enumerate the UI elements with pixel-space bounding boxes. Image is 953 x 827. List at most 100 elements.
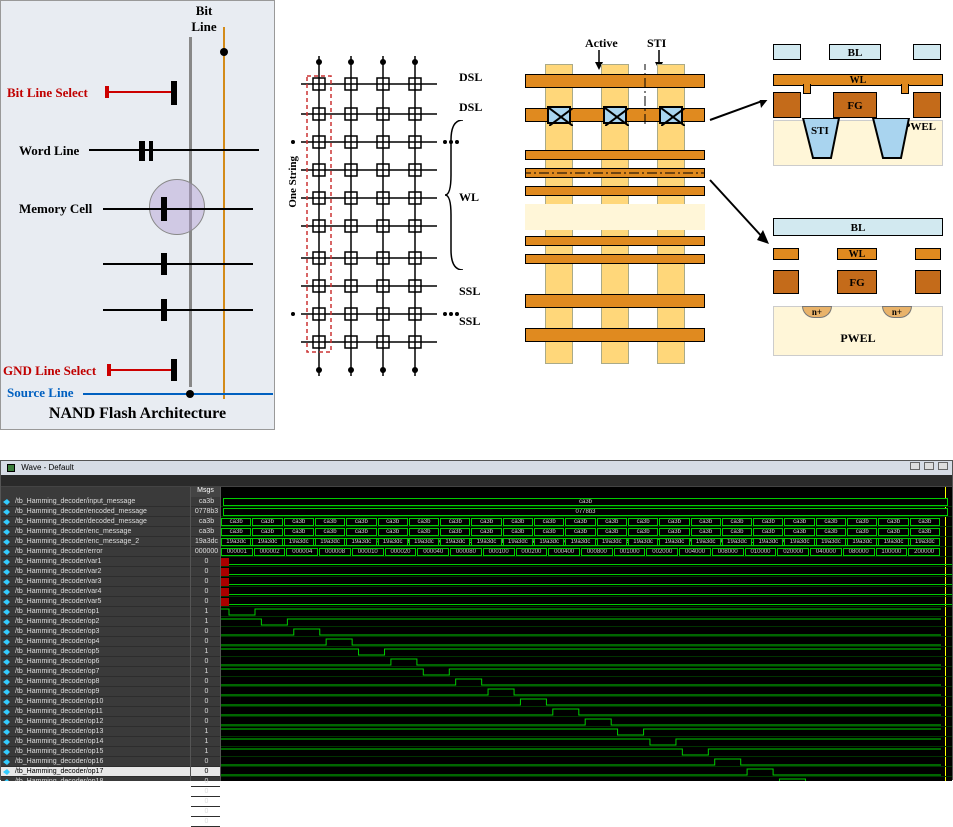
signal-row[interactable]: /tb_Hamming_decoder/op13 bbox=[1, 727, 190, 737]
signal-icon bbox=[3, 749, 10, 756]
signal-icon bbox=[3, 539, 10, 546]
wave-title: Wave - Default bbox=[21, 463, 74, 472]
signal-row[interactable]: /tb_Hamming_decoder/var1 bbox=[1, 557, 190, 567]
ct-sti: STI bbox=[773, 118, 943, 164]
mc-label: Memory Cell bbox=[19, 201, 92, 217]
signal-value: 0 bbox=[191, 567, 220, 577]
section-line bbox=[525, 64, 705, 364]
gls-gate bbox=[171, 359, 177, 381]
signal-icon bbox=[3, 549, 10, 556]
signal-row[interactable]: /tb_Hamming_decoder/op17 bbox=[1, 767, 190, 777]
signal-row[interactable]: /tb_Hamming_decoder/op12 bbox=[1, 717, 190, 727]
signal-row[interactable]: /tb_Hamming_decoder/op4 bbox=[1, 637, 190, 647]
signal-value-column[interactable]: Msgs ca3b0778b3ca3bca3b19a3dc00000000000… bbox=[191, 487, 221, 781]
maximize-icon[interactable] bbox=[924, 462, 934, 470]
signal-row[interactable]: /tb_Hamming_decoder/op18 bbox=[1, 777, 190, 781]
signal-row[interactable]: /tb_Hamming_decoder/op14 bbox=[1, 737, 190, 747]
signal-value: 0 bbox=[191, 817, 220, 827]
cb-bl: BL bbox=[773, 218, 943, 236]
signal-row[interactable]: /tb_Hamming_decoder/var2 bbox=[1, 567, 190, 577]
array-schematic: One String bbox=[289, 56, 459, 380]
signal-name-column[interactable]: ▣/tb_Hamming_decoder/input_message▣/tb_H… bbox=[1, 487, 191, 781]
signal-row[interactable]: /tb_Hamming_decoder/op9 bbox=[1, 687, 190, 697]
signal-value: 0 bbox=[191, 627, 220, 637]
wave-window-icon bbox=[7, 464, 15, 472]
signal-row[interactable]: ▣/tb_Hamming_decoder/error bbox=[1, 547, 190, 557]
signal-icon bbox=[3, 669, 10, 676]
window-buttons bbox=[908, 461, 948, 475]
signal-row[interactable]: ▣/tb_Hamming_decoder/enc_message bbox=[1, 527, 190, 537]
signal-row[interactable]: /tb_Hamming_decoder/var4 bbox=[1, 587, 190, 597]
ct-wl: WL bbox=[773, 74, 943, 86]
signal-row[interactable]: /tb_Hamming_decoder/op11 bbox=[1, 707, 190, 717]
cb-fg-r bbox=[915, 270, 941, 294]
nand-title: NAND Flash Architecture bbox=[1, 405, 274, 423]
bls-gate bbox=[171, 81, 177, 105]
signal-row[interactable]: ▣/tb_Hamming_decoder/decoded_message bbox=[1, 517, 190, 527]
signal-icon bbox=[3, 599, 10, 606]
cb-fg: FG bbox=[837, 270, 877, 294]
signal-row[interactable]: ▣/tb_Hamming_decoder/input_message bbox=[1, 497, 190, 507]
signal-icon bbox=[3, 689, 10, 696]
signal-icon bbox=[3, 509, 10, 516]
wl3-wire bbox=[103, 309, 253, 311]
dsl-lbl-1: DSL bbox=[459, 70, 482, 85]
signal-icon bbox=[3, 659, 10, 666]
wave-titlebar: Wave - Default bbox=[1, 461, 952, 475]
signal-icon bbox=[3, 559, 10, 566]
signal-icon bbox=[3, 719, 10, 726]
cb-n1: n+ bbox=[802, 306, 832, 318]
signal-row[interactable]: /tb_Hamming_decoder/op1 bbox=[1, 607, 190, 617]
bitline-label: Bit Line bbox=[182, 3, 226, 35]
mc-gate bbox=[161, 197, 167, 221]
ct-fg-l bbox=[773, 92, 801, 118]
signal-icon bbox=[3, 609, 10, 616]
source-label: Source Line bbox=[7, 385, 74, 401]
signal-value: 0 bbox=[191, 557, 220, 567]
ct-fg: FG bbox=[833, 92, 877, 118]
signal-row[interactable]: /tb_Hamming_decoder/op10 bbox=[1, 697, 190, 707]
signal-icon bbox=[3, 629, 10, 636]
signal-value: 1 bbox=[191, 727, 220, 737]
gls-term bbox=[107, 364, 111, 376]
signal-icon bbox=[3, 619, 10, 626]
signal-value: 0 bbox=[191, 587, 220, 597]
signal-row[interactable]: /tb_Hamming_decoder/var5 bbox=[1, 597, 190, 607]
signal-value: 0 bbox=[191, 787, 220, 797]
signal-value: 0 bbox=[191, 807, 220, 817]
signal-row[interactable]: ▣/tb_Hamming_decoder/encoded_message bbox=[1, 507, 190, 517]
signal-row[interactable]: /tb_Hamming_decoder/op6 bbox=[1, 657, 190, 667]
signal-row[interactable]: /tb_Hamming_decoder/op16 bbox=[1, 757, 190, 767]
signal-row[interactable]: /tb_Hamming_decoder/op2 bbox=[1, 617, 190, 627]
signal-value: 1 bbox=[191, 647, 220, 657]
signal-value: 0 bbox=[191, 757, 220, 767]
gls-label: GND Line Select bbox=[3, 363, 96, 379]
signal-row[interactable]: /tb_Hamming_decoder/op15 bbox=[1, 747, 190, 757]
signal-value: 0 bbox=[191, 797, 220, 807]
wave-panel: Wave - Default ▣/tb_Hamming_decoder/inpu… bbox=[0, 460, 953, 780]
close-icon[interactable] bbox=[938, 462, 948, 470]
wave-toolbar bbox=[1, 475, 952, 487]
signal-row[interactable]: /tb_Hamming_decoder/op5 bbox=[1, 647, 190, 657]
signal-row[interactable]: /tb_Hamming_decoder/var3 bbox=[1, 577, 190, 587]
mc-wl-wire bbox=[103, 208, 253, 210]
signal-row[interactable]: /tb_Hamming_decoder/op8 bbox=[1, 677, 190, 687]
wl2-gate bbox=[161, 253, 167, 275]
signal-row[interactable]: ▣/tb_Hamming_decoder/enc_message_2 bbox=[1, 537, 190, 547]
signal-value: 0 bbox=[191, 597, 220, 607]
signal-row[interactable]: /tb_Hamming_decoder/op7 bbox=[1, 667, 190, 677]
cb-pwel-text: PWEL bbox=[774, 331, 942, 346]
bls-label: Bit Line Select bbox=[7, 85, 88, 101]
signal-row[interactable]: /tb_Hamming_decoder/op3 bbox=[1, 627, 190, 637]
signal-value: 1 bbox=[191, 737, 220, 747]
mem-cell-highlight bbox=[149, 179, 205, 235]
ct-bl: BL bbox=[829, 44, 881, 60]
signal-icon bbox=[3, 499, 10, 506]
minimize-icon[interactable] bbox=[910, 462, 920, 470]
wave-area[interactable]: ca3b0778b3ca3bca3bca3bca3bca3bca3bca3bca… bbox=[221, 487, 952, 781]
signal-icon bbox=[3, 639, 10, 646]
signal-icon bbox=[3, 519, 10, 526]
signal-icon bbox=[3, 769, 10, 776]
signal-value: 0 bbox=[191, 657, 220, 667]
signal-value: ca3b bbox=[191, 497, 220, 507]
